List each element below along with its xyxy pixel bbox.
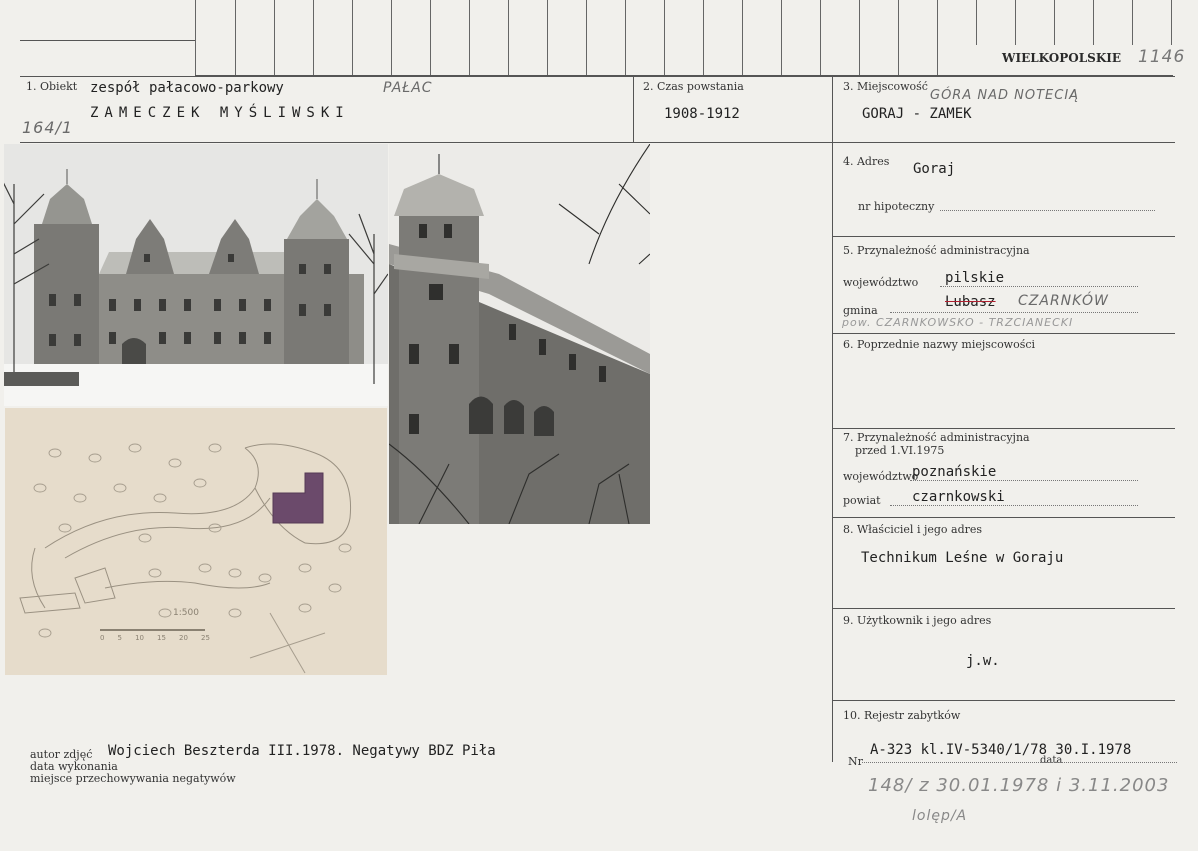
map-scale-ticks: 0 5 10 15 20 25 (100, 634, 210, 642)
map-scale-tick: 20 (179, 634, 188, 642)
pow-handwritten: pow. CZARNKOWSKO - TRZCIANECKI (842, 316, 1074, 329)
strip-tick (625, 0, 626, 75)
strip-tick (352, 0, 353, 75)
woj-value: pilskie (945, 270, 1005, 286)
woj-dots (940, 286, 1138, 287)
rejestr-value: A-323 kl.IV-5340/1/78 30.I.1978 (870, 742, 1132, 758)
region-label: WIELKOPOLSKIE (1002, 51, 1122, 65)
admin-label: 5. Przynależność administracyjna (843, 244, 1030, 257)
strip-tick (235, 0, 236, 75)
obiekt-line2: ZAMECZEK MYŚLIWSKI (90, 105, 350, 121)
miejscowosc-annotation: GÓRA NAD NOTECIĄ (930, 88, 1080, 103)
wlasciciel-label: 8. Właściciel i jego adres (843, 523, 983, 536)
strip-tick (781, 0, 782, 75)
strip-tick (1015, 0, 1016, 45)
map-scale: 1:500 (173, 608, 199, 618)
rejestr-label: 10. Rejestr zabytków (843, 709, 961, 722)
record-card: WIELKOPOLSKIE 1146 1. Obiekt zespół pała… (0, 0, 1198, 851)
rejestr-handwritten-1: 148/ z 30.01.1978 i 3.11.2003 (868, 775, 1170, 796)
strip-tick (469, 0, 470, 75)
sep-7 (832, 428, 1175, 429)
miejscowosc-value: GORAJ - ZAMEK (862, 106, 972, 122)
sep-10 (832, 700, 1175, 701)
map-scale-tick: 15 (157, 634, 166, 642)
strip-tick (547, 0, 548, 75)
palace-tower-photo (389, 144, 650, 524)
uzytkownik-label: 9. Użytkownik i jego adres (843, 614, 992, 627)
strip-tick (313, 0, 314, 75)
strip-tick (898, 0, 899, 75)
strip-tick (1093, 0, 1094, 45)
strip-tick (1132, 0, 1133, 45)
powiat-label: powiat (843, 494, 881, 507)
rejestr-dots (862, 762, 1177, 763)
strip-tick (1171, 0, 1172, 45)
powiat-value: czarnkowski (912, 489, 1005, 505)
czas-value: 1908-1912 (664, 106, 740, 122)
map-scale-tick: 0 (100, 634, 105, 642)
old-woj-value: poznańskie (912, 464, 997, 480)
obiekt-line1: zespół pałacowo-parkowy (90, 80, 284, 96)
strip-tick (391, 0, 392, 75)
sep-9 (832, 608, 1175, 609)
woj-label: województwo (843, 276, 919, 289)
header-top-line (20, 76, 1175, 77)
strip-tick (586, 0, 587, 75)
gmina-value: Lubasz (945, 294, 996, 310)
old-woj-label: województwo (843, 470, 919, 483)
admin-old-label: 7. Przynależność administracyjna (843, 431, 1030, 444)
strip-tick (859, 0, 860, 75)
strip-tick (1054, 0, 1055, 45)
czas-label: 2. Czas powstania (643, 80, 744, 93)
divider-2 (832, 76, 833, 143)
rejestr-handwritten-2: lolęp/A (912, 808, 968, 824)
strip-tick (703, 0, 704, 75)
sep-5 (832, 236, 1175, 237)
adres-value: Goraj (913, 161, 956, 177)
strip-tick (508, 0, 509, 75)
card-number: 1146 (1138, 47, 1186, 67)
miejsce-label: miejsce przechowywania negatywów (30, 772, 236, 785)
side-number: 164/1 (22, 118, 74, 137)
adres-label: 4. Adres (843, 155, 890, 168)
strip-tick (937, 0, 938, 75)
strip-tick (820, 0, 821, 75)
miejscowosc-label: 3. Miejscowość (843, 80, 928, 93)
strip-tick (742, 0, 743, 75)
rejestr-nr-label: Nr (848, 755, 863, 768)
site-plan: 1:500 0 5 10 15 20 25 (5, 408, 387, 675)
powiat-dots (890, 505, 1138, 506)
map-scale-tick: 5 (117, 634, 122, 642)
palace-front-photo (4, 144, 388, 406)
sep-8 (832, 517, 1175, 518)
map-scale-tick: 25 (201, 634, 210, 642)
obiekt-annotation: PAŁAC (383, 80, 433, 96)
strip-tick (976, 0, 977, 45)
hipoteczny-label: nr hipoteczny (858, 200, 935, 213)
obiekt-label: 1. Obiekt (26, 80, 78, 93)
gmina-dots (890, 312, 1138, 313)
divider-1 (633, 76, 634, 143)
top-strip-line (20, 40, 195, 41)
right-column-line (832, 142, 833, 762)
admin-old-date: przed 1.VI.1975 (855, 444, 945, 457)
poprzednie-label: 6. Poprzednie nazwy miejscowości (843, 338, 1036, 351)
autor-value: Wojciech Beszterda III.1978. Negatywy BD… (108, 743, 496, 759)
map-scale-tick: 10 (135, 634, 144, 642)
strip-tick (195, 0, 196, 75)
hipoteczny-dots (940, 210, 1155, 211)
sep-6 (832, 333, 1175, 334)
gmina-handwritten: CZARNKÓW (1018, 293, 1109, 309)
strip-tick (430, 0, 431, 75)
wlasciciel-value: Technikum Leśne w Goraju (861, 550, 1064, 566)
header-bottom-line (20, 142, 1175, 143)
old-woj-dots (910, 480, 1138, 481)
uzytkownik-value: j.w. (966, 653, 1000, 669)
strip-tick (274, 0, 275, 75)
strip-tick (664, 0, 665, 75)
